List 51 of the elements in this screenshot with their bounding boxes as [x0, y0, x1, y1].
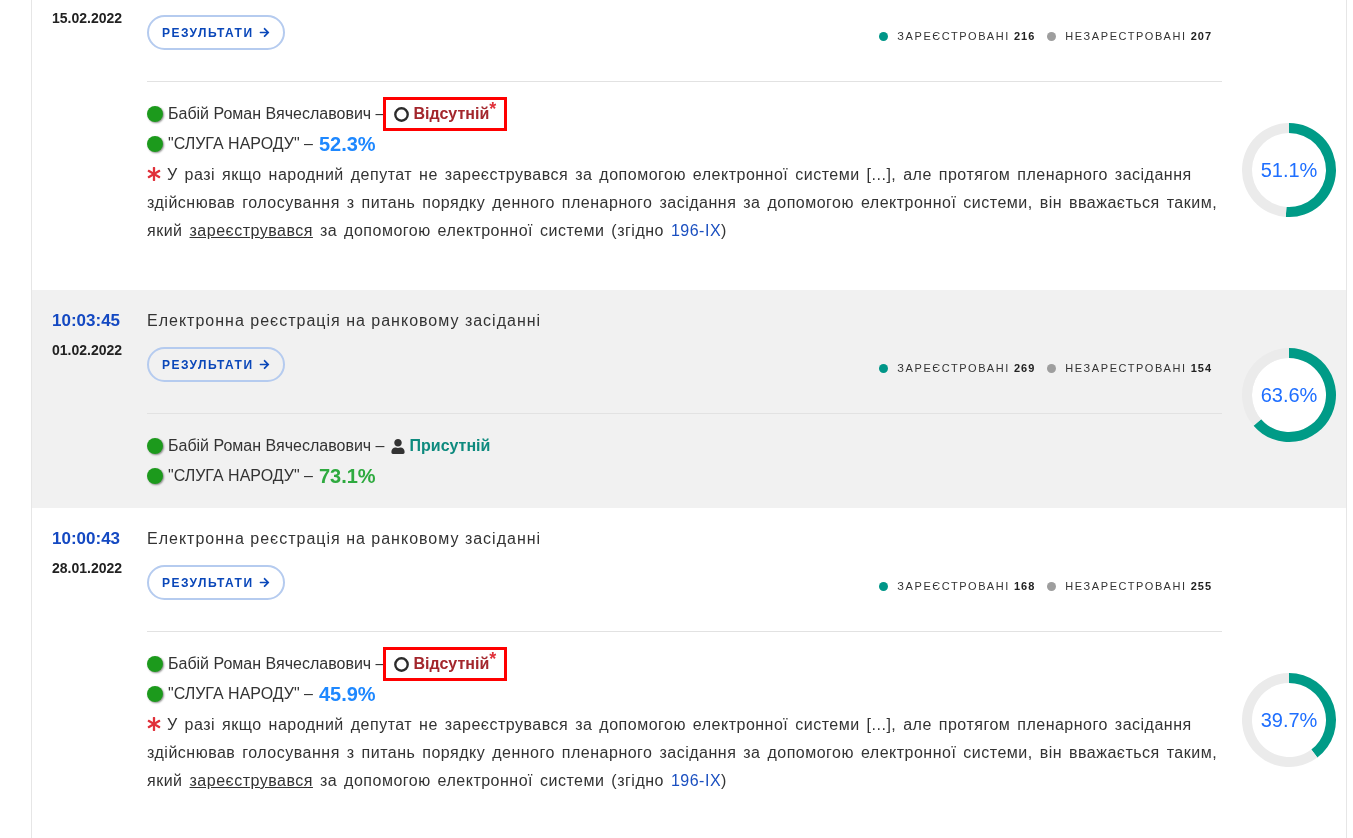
percentage-label: 39.7%	[1260, 709, 1318, 730]
party-name: "СЛУГА НАРОДУ" –	[168, 133, 313, 154]
footnote-mark: *	[489, 100, 497, 118]
stat-count: 207	[1190, 29, 1212, 44]
results-button[interactable]: РЕЗУЛЬТАТИ	[147, 347, 285, 382]
results-button[interactable]: РЕЗУЛЬТАТИ	[147, 565, 285, 600]
asterisk-icon	[147, 717, 161, 732]
percentage-label: 51.1%	[1260, 159, 1318, 180]
party-name: "СЛУГА НАРОДУ" –	[168, 465, 313, 486]
arrow-right-icon	[258, 577, 270, 588]
stat-label: НЕЗАРЕСТРОВАНІ	[1065, 579, 1187, 594]
stat-label: ЗАРЕЄСТРОВАНІ	[897, 361, 1010, 376]
attendance-status: Присутній	[409, 436, 491, 456]
footnote-mark: *	[489, 650, 497, 668]
term-link[interactable]: зареєструвався	[189, 222, 313, 239]
event-title: Електронна реєстрація на ранковому засіданні	[147, 529, 543, 549]
event-time: 10:03:45	[52, 310, 122, 332]
event-date: 01.02.2022	[52, 341, 124, 360]
law-link[interactable]: 196-IX	[670, 222, 722, 239]
attendance-status: Відсутній	[413, 655, 490, 674]
ring-icon	[393, 656, 409, 672]
arrow-right-icon	[258, 359, 270, 370]
attendance-status: Відсутній	[413, 105, 490, 124]
results-button[interactable]: РЕЗУЛЬТАТИ	[147, 15, 285, 50]
person-icon	[390, 438, 405, 454]
percentage-label: 63.6%	[1260, 384, 1318, 405]
party-percentage: 45.9%	[318, 681, 376, 707]
asterisk-icon	[147, 167, 161, 182]
footnote-text: У разі якщо народний депутат не зареєструвався за допомогою електронної системи [...], але протягом пленарного засідання здійснював голосування з питань порядку денного пленарного засідання за допомогою електронної системи, він вважається таким, який зареєструвався за допомогою електронної системи (згідно 196-IX)	[147, 715, 1219, 791]
event-date: 28.01.2022	[52, 559, 124, 578]
stat-label: НЕЗАРЕСТРОВАНІ	[1065, 361, 1187, 376]
event-date: 15.02.2022	[52, 9, 124, 28]
stat-count: 168	[1013, 579, 1036, 594]
stat-count: 255	[1190, 579, 1212, 594]
party-percentage: 52.3%	[318, 131, 376, 157]
event-time: 10:00:43	[52, 528, 122, 550]
party-percentage: 73.1%	[318, 463, 376, 489]
stat-count: 269	[1013, 361, 1036, 376]
term-link[interactable]: зареєструвався	[189, 772, 313, 789]
law-link[interactable]: 196-IX	[670, 772, 722, 789]
stat-count: 216	[1013, 29, 1036, 44]
stat-count: 154	[1190, 361, 1212, 376]
arrow-right-icon	[258, 27, 270, 38]
stat-label: ЗАРЕЄСТРОВАНІ	[897, 29, 1010, 44]
party-name: "СЛУГА НАРОДУ" –	[168, 683, 313, 704]
stat-label: НЕЗАРЕСТРОВАНІ	[1065, 29, 1187, 44]
stat-label: ЗАРЕЄСТРОВАНІ	[897, 579, 1010, 594]
footnote-text: У разі якщо народний депутат не зареєструвався за допомогою електронної системи [...], але протягом пленарного засідання здійснював голосування з питань порядку денного пленарного засідання за допомогою електронної системи, він вважається таким, який зареєструвався за допомогою електронної системи (згідно 196-IX)	[147, 165, 1219, 241]
event-title: Електронна реєстрація на ранковому засіданні	[147, 311, 543, 331]
ring-icon	[393, 106, 409, 122]
deputy-name: Бабій Роман Вячеславович –	[168, 436, 385, 456]
